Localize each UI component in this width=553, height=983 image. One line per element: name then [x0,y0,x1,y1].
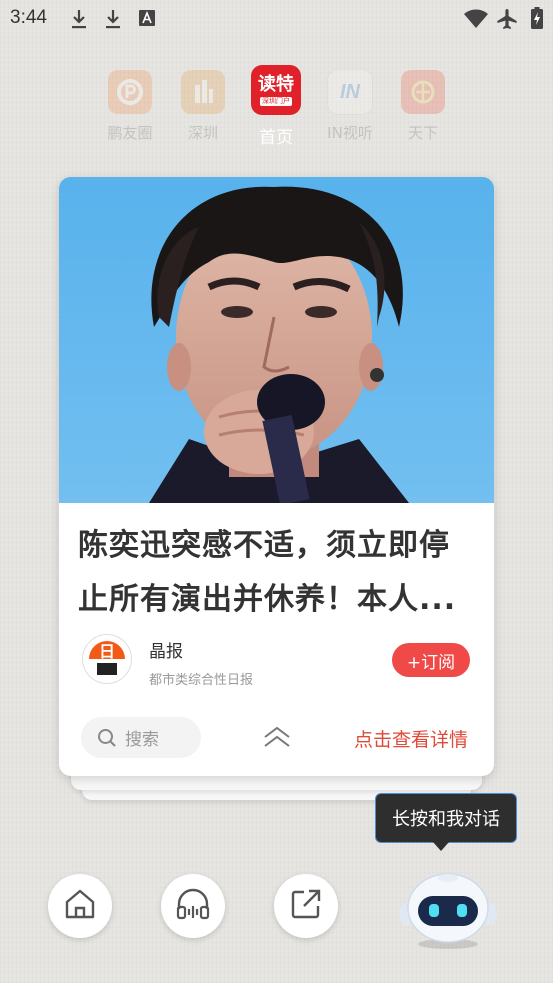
duote-logo-icon: 读特 深圳门户 [251,65,301,115]
status-time: 3:44 [10,7,47,28]
pengyouquan-icon [108,70,152,114]
shenzhen-icon [181,70,225,114]
channel-in-media[interactable]: IN IN视听 [315,70,385,143]
channel-home[interactable]: 读特 深圳门户 首页 [241,65,311,148]
view-details-link[interactable]: 点击查看详情 [354,725,468,752]
duote-logo-title: 读特 [258,73,294,95]
in-media-icon: IN [328,70,372,114]
in-media-icon-text: IN [340,80,360,103]
share-button[interactable] [274,874,338,938]
source-description: 都市类综合性日报 [149,673,254,688]
audio-button[interactable] [161,874,225,938]
channel-tianxia[interactable]: 天下 [388,70,458,143]
download-icon [70,8,88,34]
search-icon [97,728,117,748]
chevron-up-icon[interactable] [262,725,292,753]
news-card[interactable]: 陈奕迅突感不适，须立即停 止所有演出并休养！本人... 日 晶报 都市类综合性日… [59,177,494,776]
headline-line-2: 止所有演出并休养！本人... [78,582,457,617]
channel-shenzhen[interactable]: 深圳 [168,70,238,143]
home-button[interactable] [48,874,112,938]
channel-label: 天下 [407,124,438,142]
channel-label: 首页 [259,128,293,148]
source-avatar-text: 日 [99,642,115,661]
subscribe-button[interactable]: +订阅 [392,643,470,677]
download-icon [104,8,122,34]
headphones-icon [175,887,211,925]
home-icon [63,887,97,925]
tianxia-icon [401,70,445,114]
duote-logo-subtitle: 深圳门户 [260,96,292,106]
channel-label: 深圳 [187,124,218,142]
airplane-icon [496,8,518,34]
channel-pengyouquan[interactable]: 鹏友圈 [95,70,165,143]
headline-line-1: 陈奕迅突感不适，须立即停 [78,528,450,563]
wifi-icon [463,9,489,33]
news-headline[interactable]: 陈奕迅突感不适，须立即停 止所有演出并休养！本人... [78,519,478,627]
assistant-tooltip: 长按和我对话 [375,793,517,851]
singer-photo [59,177,494,503]
battery-charging-icon [531,7,543,33]
search-input[interactable]: 搜索 [81,717,201,758]
news-image[interactable] [59,177,494,503]
channel-label: 鹏友圈 [107,124,153,142]
source-name[interactable]: 晶报 [149,637,183,662]
a-badge-icon [139,10,155,30]
source-avatar[interactable]: 日 [83,635,131,683]
status-bar: 3:44 [0,0,553,38]
robot-assistant-button[interactable] [398,862,498,952]
share-icon [289,887,323,925]
channel-label: IN视听 [327,124,373,142]
robot-assistant-icon [398,873,498,956]
search-placeholder: 搜索 [125,730,159,750]
